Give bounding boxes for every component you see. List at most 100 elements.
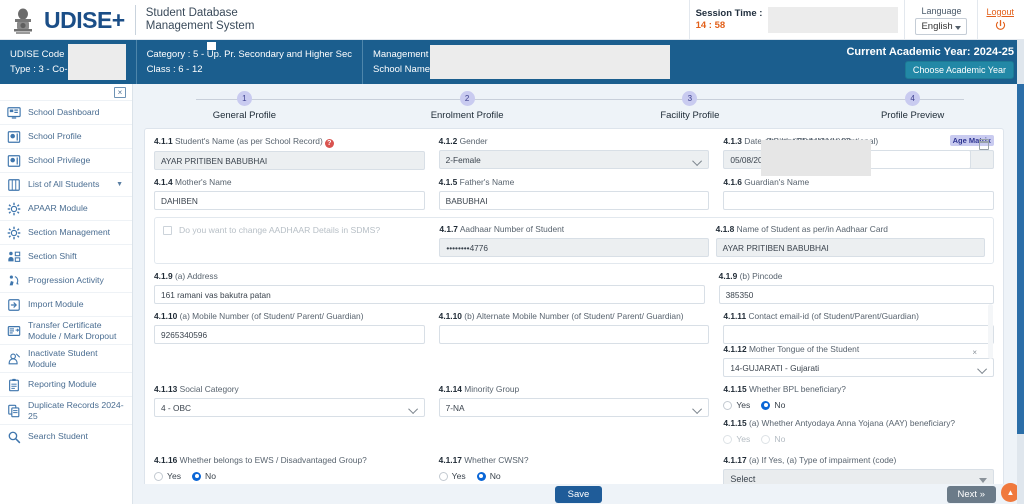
chevron-down-icon[interactable]: ▼ bbox=[116, 181, 128, 188]
aadhaar-number-text: Aadhaar Number of Student bbox=[458, 224, 564, 234]
radio-dot[interactable] bbox=[154, 472, 163, 481]
sidebar-item-school-profile[interactable]: School Profile bbox=[0, 124, 132, 148]
page-scrollbar-track[interactable] bbox=[1017, 40, 1024, 504]
minority-group-field: 4.1.14 Minority Group 7-NA bbox=[439, 384, 710, 417]
gender-select[interactable]: 2-Female bbox=[439, 150, 710, 169]
aay-radio-no: No bbox=[761, 434, 785, 444]
form-row-address: 4.1.9 (a) Address 161 ramani vas bakutra… bbox=[154, 271, 994, 311]
ews-text: Whether belongs to EWS / Disadvantaged G… bbox=[177, 455, 366, 465]
email-code: 4.1.11 bbox=[723, 311, 746, 321]
sidebar-item-transfer-certificate-module-mark-dropout[interactable]: Transfer Certificate Module / Mark Dropo… bbox=[0, 316, 132, 344]
sidebar-item-duplicate-records-2024-25[interactable]: Duplicate Records 2024-25 bbox=[0, 396, 132, 424]
step-general-profile[interactable]: 1General Profile bbox=[133, 91, 356, 121]
mother-name-field: 4.1.4 Mother's Name DAHIBEN bbox=[154, 177, 425, 210]
step-label: Facility Profile bbox=[660, 110, 719, 121]
sidebar-item-list-of-all-students[interactable]: List of All Students▼ bbox=[0, 172, 132, 196]
aay-text: (a) Whether Antyodaya Anna Yojana (AAY) … bbox=[747, 418, 955, 428]
radio-dot[interactable] bbox=[723, 401, 732, 410]
aadhaar-name-input[interactable]: AYAR PRITIBEN BABUBHAI bbox=[716, 238, 985, 257]
aadhaar-number-input[interactable]: ••••••••4776 bbox=[439, 238, 708, 257]
bpl-radio-yes[interactable]: Yes bbox=[723, 400, 750, 410]
step-enrolment-profile[interactable]: 2Enrolment Profile bbox=[356, 91, 579, 121]
radio-dot-selected[interactable] bbox=[477, 472, 486, 481]
mother-tongue-select[interactable]: 14-GUJARATI - Gujarati bbox=[723, 358, 994, 377]
redaction-marker bbox=[207, 42, 216, 50]
gender-label: 4.1.2 Gender bbox=[439, 136, 710, 147]
radio-dot-selected[interactable] bbox=[192, 472, 201, 481]
current-academic-year: Current Academic Year: 2024-25 bbox=[846, 46, 1014, 58]
redacted-state-code-region bbox=[761, 140, 871, 176]
father-name-code: 4.1.5 bbox=[439, 177, 458, 187]
sidebar-item-apaar-module[interactable]: APAAR Module bbox=[0, 196, 132, 220]
alt-mobile-text: (b) Alternate Mobile Number (of Student/… bbox=[462, 311, 684, 321]
brand-logo[interactable]: UDISE+ bbox=[44, 5, 136, 35]
mobile-number-input[interactable]: 9265340596 bbox=[154, 325, 425, 344]
step-profile-preview[interactable]: 4Profile Preview bbox=[801, 91, 1024, 121]
address-input[interactable]: 161 ramani vas bakutra patan bbox=[154, 285, 705, 304]
minority-group-code: 4.1.14 bbox=[439, 384, 462, 394]
father-name-input[interactable]: BABUBHAI bbox=[439, 191, 710, 210]
mother-name-label: 4.1.4 Mother's Name bbox=[154, 177, 425, 188]
sidebar-item-search-student[interactable]: Search Student bbox=[0, 424, 132, 448]
power-icon[interactable] bbox=[994, 19, 1007, 34]
sidebar-item-section-management[interactable]: Section Management bbox=[0, 220, 132, 244]
email-text: Contact email-id (of Student/Parent/Guar… bbox=[746, 311, 919, 321]
radio-dot-disabled bbox=[723, 435, 732, 444]
profile-icon bbox=[7, 130, 21, 144]
alt-mobile-label: 4.1.10 (b) Alternate Mobile Number (of S… bbox=[439, 311, 710, 322]
sidebar-item-school-privilege[interactable]: School Privilege bbox=[0, 148, 132, 172]
logout-label[interactable]: Logout bbox=[986, 7, 1014, 17]
minority-group-select[interactable]: 7-NA bbox=[439, 398, 710, 417]
save-button[interactable]: Save bbox=[555, 486, 603, 503]
pincode-input[interactable]: 385350 bbox=[719, 285, 994, 304]
aadhaar-change-field[interactable]: Do you want to change AADHAAR Details in… bbox=[163, 224, 432, 236]
cwsn-radio-no[interactable]: No bbox=[477, 471, 501, 481]
mother-name-input[interactable]: DAHIBEN bbox=[154, 191, 425, 210]
redacted-udise-code bbox=[68, 44, 126, 80]
sidebar-item-import-module[interactable]: Import Module bbox=[0, 292, 132, 316]
step-number: 4 bbox=[905, 91, 920, 106]
step-facility-profile[interactable]: 3Facility Profile bbox=[579, 91, 802, 121]
sidebar-item-section-shift[interactable]: Section Shift bbox=[0, 244, 132, 268]
language-select[interactable]: English bbox=[915, 18, 967, 35]
choose-academic-year-button[interactable]: Choose Academic Year bbox=[905, 61, 1014, 79]
redacted-school-name bbox=[430, 45, 670, 79]
radio-dot-disabled bbox=[761, 435, 770, 444]
language-selector-block[interactable]: Language English bbox=[904, 0, 977, 40]
student-name-input[interactable]: AYAR PRITIBEN BABUBHAI bbox=[154, 151, 425, 170]
next-button[interactable]: Next » bbox=[947, 486, 996, 503]
gender-code: 4.1.2 bbox=[439, 136, 458, 146]
page-scrollbar-thumb[interactable] bbox=[1017, 84, 1024, 434]
help-icon[interactable]: ? bbox=[325, 139, 334, 148]
sidebar-item-school-dashboard[interactable]: School Dashboard bbox=[0, 100, 132, 124]
radio-dot-selected[interactable] bbox=[761, 401, 770, 410]
logout-block[interactable]: Logout bbox=[977, 0, 1024, 40]
close-icon[interactable]: × bbox=[114, 87, 126, 98]
clear-icon[interactable]: × bbox=[972, 348, 977, 357]
management-segment: Management School Name bbox=[363, 40, 680, 84]
sidebar-item-label: Import Module bbox=[28, 299, 84, 310]
radio-dot[interactable] bbox=[439, 472, 448, 481]
calendar-icon[interactable] bbox=[979, 139, 989, 150]
aadhaar-name-text: Name of Student as per/in Aadhaar Card bbox=[734, 224, 888, 234]
guardian-name-field: 4.1.6 Guardian's Name bbox=[723, 177, 994, 210]
card-scrollbar[interactable] bbox=[988, 304, 993, 359]
alt-mobile-input[interactable] bbox=[439, 325, 710, 344]
sidebar-item-reporting-module[interactable]: Reporting Module bbox=[0, 372, 132, 396]
sidebar-item-inactivate-student-module[interactable]: Inactivate Student Module bbox=[0, 344, 132, 372]
guardian-name-input[interactable] bbox=[723, 191, 994, 210]
ews-radio-no[interactable]: No bbox=[192, 471, 216, 481]
app-subtitle-line2: Management System bbox=[136, 20, 255, 33]
social-category-select[interactable]: 4 - OBC bbox=[154, 398, 425, 417]
form-row-ews-cwsn: 4.1.16 Whether belongs to EWS / Disadvan… bbox=[154, 455, 994, 487]
section-shift-icon bbox=[7, 250, 21, 264]
aadhaar-change-checkbox[interactable] bbox=[163, 226, 172, 235]
sidebar-item-progression-activity[interactable]: Progression Activity bbox=[0, 268, 132, 292]
cwsn-radio-yes[interactable]: Yes bbox=[439, 471, 466, 481]
sidebar-item-label: School Profile bbox=[28, 131, 82, 142]
address-code: 4.1.9 bbox=[154, 271, 173, 281]
sidebar-item-label: Inactivate Student Module bbox=[28, 348, 128, 369]
ews-radio-yes[interactable]: Yes bbox=[154, 471, 181, 481]
email-input[interactable] bbox=[723, 325, 994, 344]
bpl-radio-no[interactable]: No bbox=[761, 400, 785, 410]
